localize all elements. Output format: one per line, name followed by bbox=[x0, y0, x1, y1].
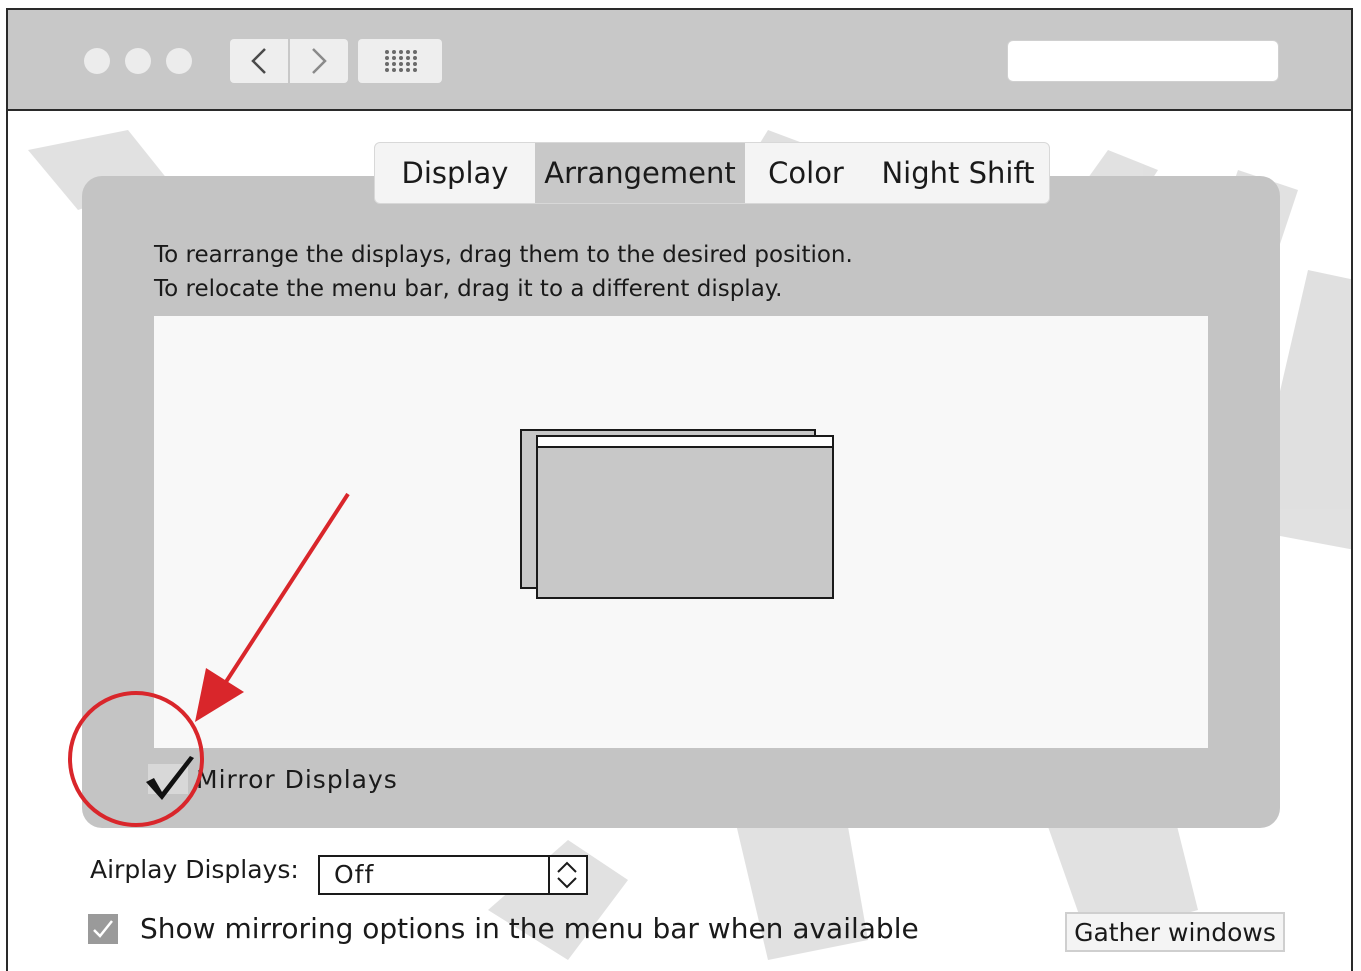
chevron-left-icon bbox=[251, 48, 266, 74]
airplay-displays-label: Airplay Displays: bbox=[90, 855, 299, 884]
title-bar bbox=[8, 10, 1351, 111]
search-field[interactable] bbox=[1007, 40, 1279, 82]
back-button[interactable] bbox=[230, 39, 288, 83]
up-down-chevron-icon bbox=[557, 861, 577, 889]
menu-bar-indicator[interactable] bbox=[538, 437, 832, 448]
checkmark-icon bbox=[93, 919, 113, 938]
select-stepper[interactable] bbox=[548, 857, 586, 893]
chevron-right-icon bbox=[312, 48, 327, 74]
mirror-displays-option[interactable]: Mirror Displays bbox=[146, 756, 398, 800]
tab-night-shift[interactable]: Night Shift bbox=[867, 143, 1049, 203]
show-mirroring-option[interactable]: Show mirroring options in the menu bar w… bbox=[88, 912, 919, 945]
forward-button[interactable] bbox=[288, 39, 348, 83]
mirror-displays-checkbox[interactable] bbox=[146, 756, 194, 800]
tab-display[interactable]: Display bbox=[375, 143, 535, 203]
arrangement-panel: To rearrange the displays, drag them to … bbox=[82, 176, 1280, 828]
navigation-buttons bbox=[230, 39, 348, 83]
zoom-window-button[interactable] bbox=[166, 48, 192, 74]
show-mirroring-label: Show mirroring options in the menu bar w… bbox=[140, 912, 919, 945]
checkmark-icon bbox=[146, 756, 194, 800]
gather-windows-button[interactable]: Gather windows bbox=[1065, 912, 1285, 952]
airplay-displays-select[interactable]: Off bbox=[318, 855, 588, 895]
display-preferences-window: Display Arrangement Color Night Shift To… bbox=[6, 8, 1353, 971]
airplay-displays-value: Off bbox=[334, 860, 375, 889]
show-mirroring-checkbox[interactable] bbox=[88, 913, 118, 944]
main-display[interactable] bbox=[536, 435, 834, 599]
close-window-button[interactable] bbox=[84, 48, 110, 74]
mirror-displays-label: Mirror Displays bbox=[196, 764, 398, 794]
tab-color[interactable]: Color bbox=[745, 143, 867, 203]
minimize-window-button[interactable] bbox=[125, 48, 151, 74]
instruction-line-1: To rearrange the displays, drag them to … bbox=[154, 242, 853, 268]
arrangement-instructions: To rearrange the displays, drag them to … bbox=[154, 238, 853, 306]
instruction-line-2: To relocate the menu bar, drag it to a d… bbox=[154, 276, 783, 302]
tab-bar: Display Arrangement Color Night Shift bbox=[374, 142, 1050, 204]
display-arrangement-area[interactable] bbox=[154, 316, 1208, 748]
grid-icon bbox=[385, 50, 417, 72]
tab-arrangement[interactable]: Arrangement bbox=[535, 143, 745, 203]
show-all-button[interactable] bbox=[358, 39, 442, 83]
